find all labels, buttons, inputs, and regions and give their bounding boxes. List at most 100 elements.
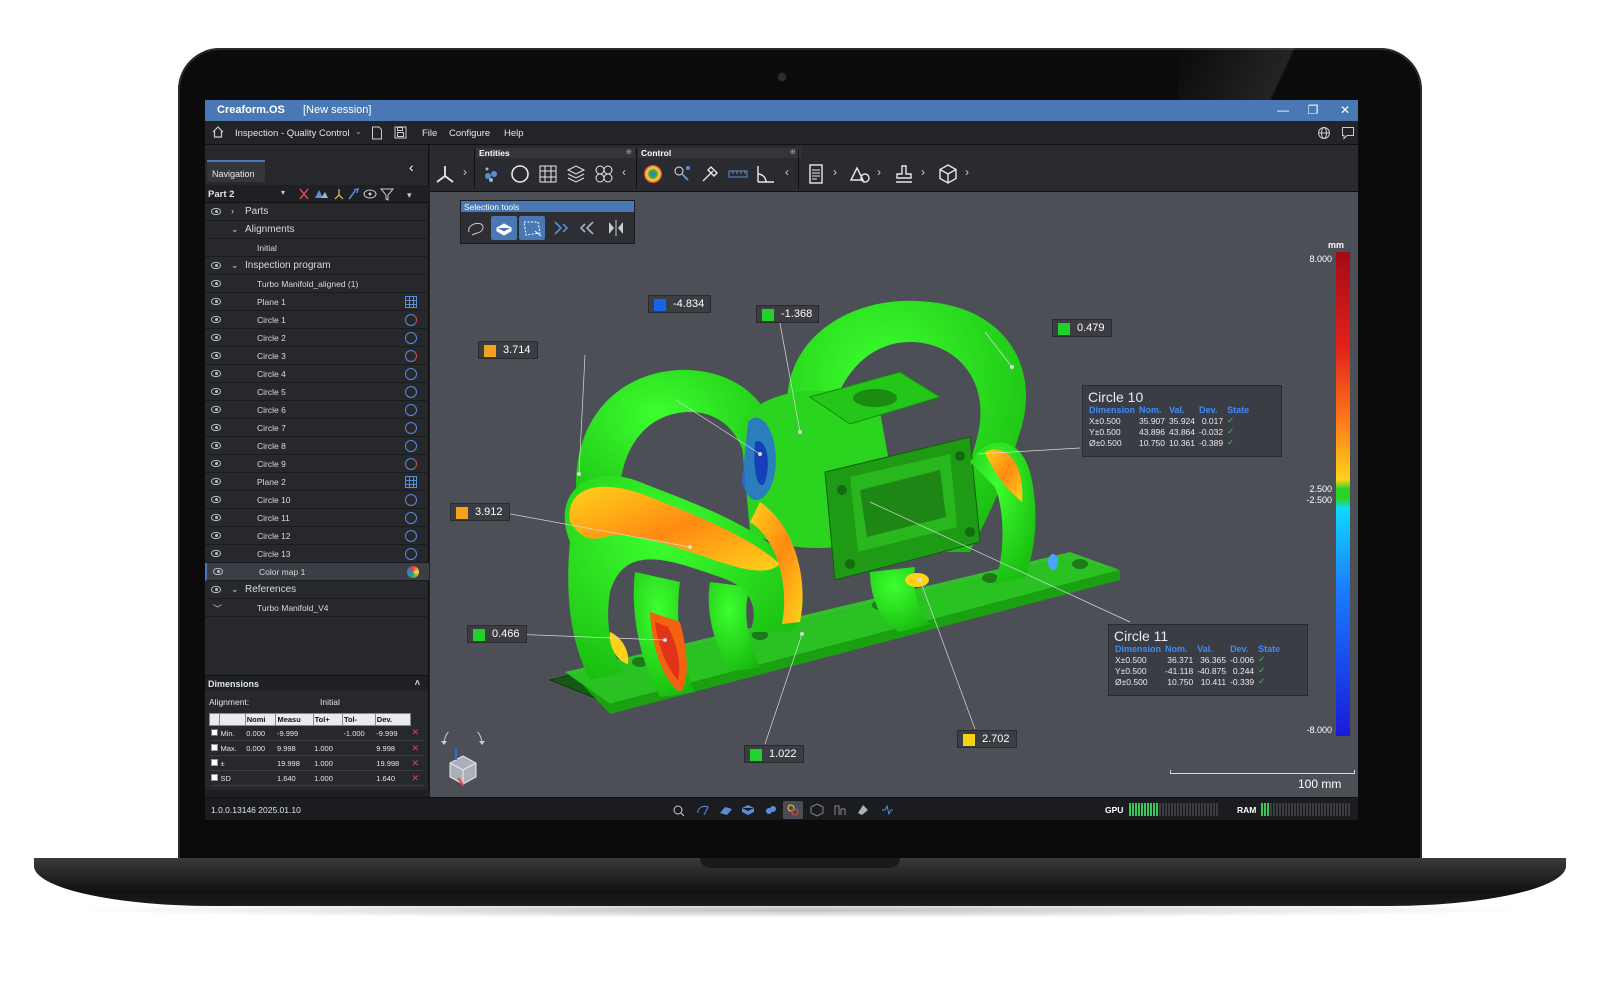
circle-entity-icon[interactable] [508, 162, 532, 186]
eye-icon[interactable] [211, 514, 221, 521]
chevron-right-icon[interactable]: › [463, 165, 467, 179]
globe-icon[interactable] [1317, 126, 1331, 140]
tree-item[interactable]: Circle 8 [205, 437, 429, 455]
column-header[interactable] [209, 713, 220, 726]
solid-mode-icon[interactable] [741, 803, 755, 817]
tree-item[interactable]: Turbo Manifold_aligned (1) [205, 275, 429, 293]
tree-item[interactable]: ﹀ Turbo Manifold_V4 [205, 599, 429, 617]
column-header[interactable]: Measu [275, 713, 314, 726]
table-row[interactable]: Max. 0.000 9.998 1.000 9.998 ✕ [209, 740, 424, 756]
shrink-selection-icon[interactable] [575, 216, 601, 240]
eye-icon[interactable] [211, 460, 221, 467]
save-icon[interactable] [394, 126, 407, 139]
collapse-panel-icon[interactable]: ‹ [409, 159, 414, 175]
deviation-callout[interactable]: 0.479 [1052, 319, 1112, 337]
tree-item[interactable]: Circle 5 [205, 383, 429, 401]
scan-mode-icon[interactable] [672, 803, 686, 817]
tree-item[interactable]: Circle 12 [205, 527, 429, 545]
help-chat-icon[interactable] [1341, 126, 1355, 140]
report-icon[interactable] [804, 162, 828, 186]
tree-item[interactable]: ⌄ Inspection program [205, 257, 429, 275]
align-mode-icon[interactable] [880, 803, 894, 817]
chevron-up-icon[interactable]: ˄ [415, 678, 420, 688]
tree-item[interactable]: Circle 3 [205, 347, 429, 365]
column-header[interactable]: Nomi [244, 713, 277, 726]
eye-icon[interactable] [211, 370, 221, 377]
probe-icon[interactable] [698, 162, 722, 186]
surface-select-icon[interactable] [491, 216, 517, 240]
close-button[interactable]: ✕ [1338, 103, 1352, 117]
lasso-select-icon[interactable] [463, 216, 489, 240]
filter-toolbar-icons[interactable]: ▾ [297, 187, 417, 201]
tree-item[interactable]: Circle 13 [205, 545, 429, 563]
tree-item[interactable]: Circle 1 [205, 311, 429, 329]
workspace-dropdown[interactable]: Inspection - Quality Control [235, 128, 350, 139]
chevron-right-icon[interactable]: › [877, 165, 881, 179]
minimize-button[interactable]: — [1276, 103, 1290, 117]
table-row[interactable]: SD 1.640 1.000 1.640 ✕ [209, 770, 424, 786]
section-mode-icon[interactable] [833, 803, 847, 817]
circle11-info-box[interactable]: Circle 11 Dimension Nom. Val. Dev. State X±0.… [1108, 624, 1308, 696]
tree-item[interactable]: Initial [205, 239, 429, 257]
eye-icon[interactable] [211, 208, 221, 215]
tree-item[interactable]: ⌄ References [205, 581, 429, 599]
eye-icon[interactable] [211, 478, 221, 485]
eye-icon[interactable] [211, 406, 221, 413]
eye-icon[interactable] [211, 316, 221, 323]
deviation-callout[interactable]: 1.022 [744, 745, 804, 763]
chevron-right-icon[interactable]: › [833, 165, 837, 179]
deviation-callout[interactable]: -4.834 [648, 295, 712, 313]
eye-icon[interactable] [211, 496, 221, 503]
stamp-icon[interactable] [892, 162, 916, 186]
tree-item[interactable]: ⌄ Alignments [205, 221, 429, 239]
eye-icon[interactable] [211, 532, 221, 539]
chevron-left-icon[interactable]: ‹ [785, 165, 789, 179]
eye-icon[interactable] [211, 442, 221, 449]
alignment-value[interactable]: Initial [320, 697, 340, 707]
row-checkbox[interactable] [210, 758, 218, 766]
maximize-button[interactable]: ❐ [1306, 103, 1320, 117]
tree-item[interactable]: › Parts [205, 203, 429, 221]
chevron-down-icon[interactable]: ⌄ [231, 224, 239, 235]
new-file-icon[interactable] [371, 126, 383, 140]
point-cloud-icon[interactable] [479, 162, 503, 186]
tree-item[interactable]: Plane 1 [205, 293, 429, 311]
eye-icon[interactable] [213, 568, 223, 575]
row-checkbox[interactable] [210, 773, 218, 781]
layers-icon[interactable] [564, 162, 588, 186]
table-row[interactable]: Min. 0.000 -9.999 -1.000 -9.999 ✕ [209, 725, 424, 741]
eye-icon[interactable] [211, 424, 221, 431]
orientation-cube-icon[interactable] [438, 732, 488, 788]
row-checkbox[interactable] [210, 728, 218, 736]
eye-icon[interactable] [211, 334, 221, 341]
eye-icon[interactable] [211, 550, 221, 557]
deviation-callout[interactable]: 0.466 [467, 625, 527, 643]
column-header[interactable]: Dev. [374, 713, 411, 726]
pin-icon[interactable]: ⊕ [790, 148, 796, 156]
deviation-callout[interactable]: 3.912 [450, 503, 510, 521]
colormap-mode-icon[interactable] [786, 803, 800, 817]
cube-icon[interactable] [936, 162, 960, 186]
angle-measure-icon[interactable] [754, 162, 778, 186]
tree-item[interactable]: Circle 6 [205, 401, 429, 419]
eye-icon[interactable] [211, 388, 221, 395]
column-header[interactable] [219, 713, 246, 726]
menu-help[interactable]: Help [504, 128, 524, 139]
home-icon[interactable] [211, 125, 225, 139]
table-row[interactable]: ±19.998 1.000 19.998 ✕ [209, 755, 424, 771]
pin-icon[interactable]: ⊕ [626, 148, 632, 156]
tree-item[interactable]: Circle 11 [205, 509, 429, 527]
axes-icon[interactable] [433, 162, 457, 186]
grow-selection-icon[interactable] [547, 216, 573, 240]
tree-item[interactable]: Circle 7 [205, 419, 429, 437]
chevron-down-icon[interactable]: ﹀ [213, 602, 222, 615]
circle10-info-box[interactable]: Circle 10 Dimension Nom. Val. Dev. State X±0.… [1082, 385, 1282, 457]
tree-item[interactable]: Plane 2 [205, 473, 429, 491]
menu-file[interactable]: File [422, 128, 437, 139]
eye-icon[interactable] [211, 586, 221, 593]
lasso-mode-icon[interactable] [696, 803, 710, 817]
3d-viewport[interactable]: Selection tools -4.834 -1.368 0.479 3.71… [430, 192, 1358, 797]
chevron-right-icon[interactable]: › [231, 206, 234, 216]
surface-mode-icon[interactable] [719, 803, 733, 817]
tab-navigation[interactable]: Navigation [207, 160, 265, 182]
